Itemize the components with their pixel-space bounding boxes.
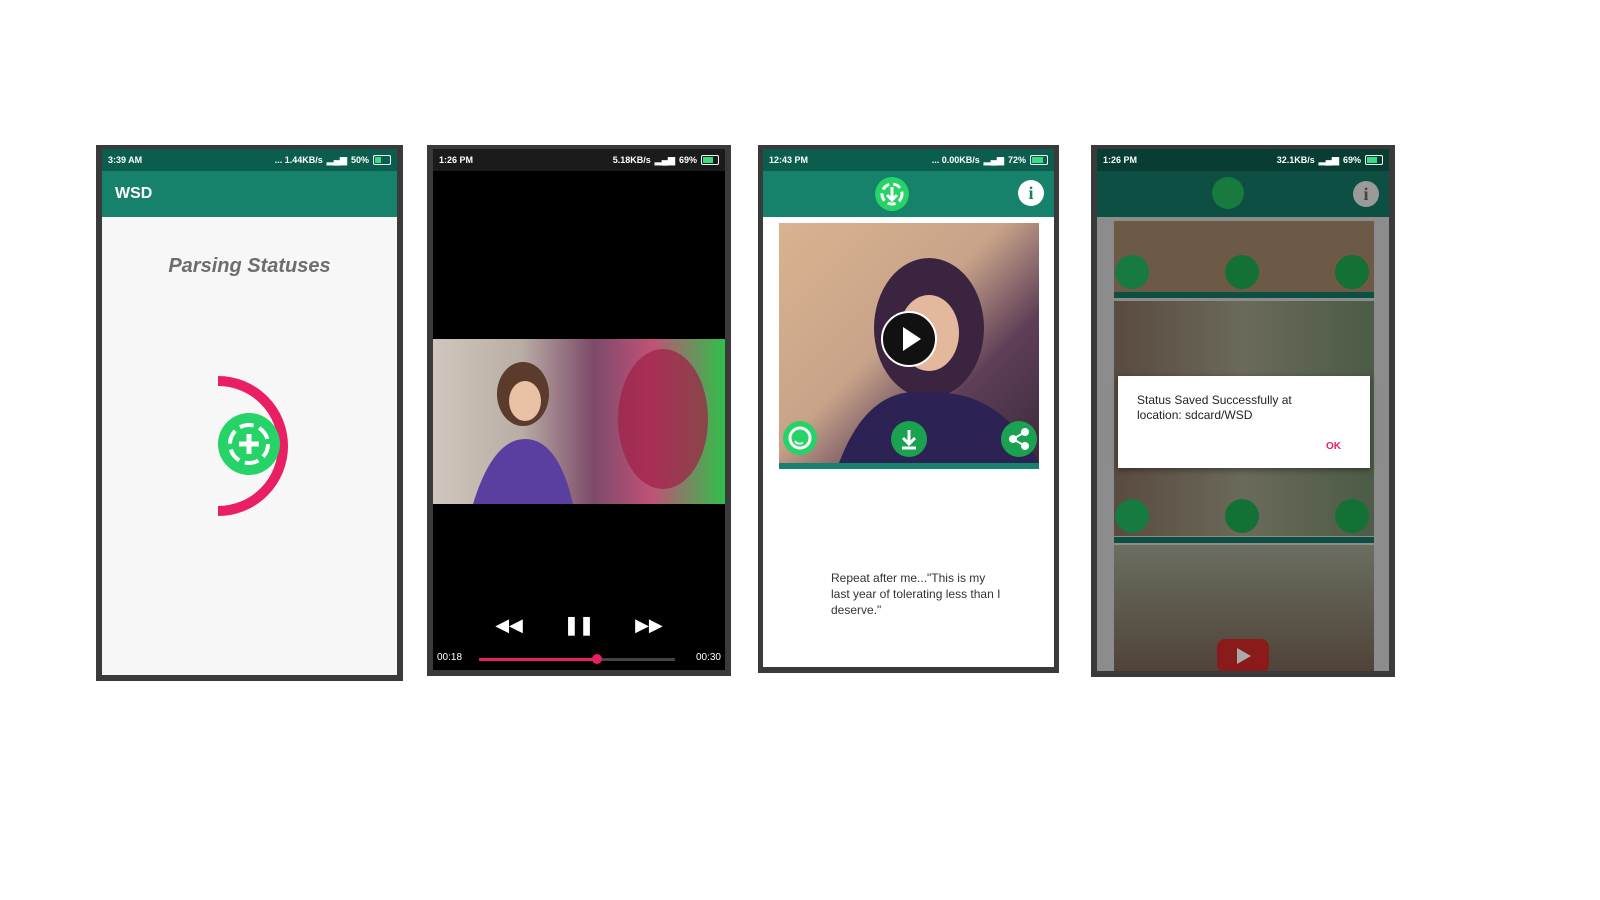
status-network-speed: ... 0.00KB/s xyxy=(931,155,980,165)
card-footer-bar xyxy=(1114,292,1374,298)
fast-forward-icon[interactable]: ▶▶ xyxy=(635,615,663,636)
info-icon[interactable]: i xyxy=(1018,180,1044,206)
status-time: 1:26 PM xyxy=(1103,155,1138,165)
seek-bar[interactable] xyxy=(479,654,675,664)
info-icon[interactable]: i xyxy=(1353,181,1379,207)
battery-icon xyxy=(701,155,719,165)
playback-controls: ◀◀ ❚❚ ▶▶ xyxy=(433,615,725,636)
app-bar: i xyxy=(763,171,1054,217)
youtube-icon xyxy=(1217,639,1269,671)
share-icon[interactable] xyxy=(1335,255,1369,289)
signal-icon: ▂▄▆ xyxy=(1318,154,1339,165)
app-bar: i xyxy=(1097,171,1389,217)
whatsapp-icon[interactable] xyxy=(1115,255,1149,289)
status-bar: 12:43 PM ... 0.00KB/s ▂▄▆ 72% xyxy=(763,149,1054,171)
status-battery: 72% xyxy=(1007,155,1026,165)
status-bar: 3:39 AM ... 1.44KB/s ▂▄▆ 50% xyxy=(102,149,397,171)
rewind-icon[interactable]: ◀◀ xyxy=(495,615,523,636)
status-network-speed: ... 1.44KB/s xyxy=(274,155,323,165)
status-battery: 69% xyxy=(678,155,697,165)
status-battery: 50% xyxy=(350,155,369,165)
signal-icon: ▂▄▆ xyxy=(983,154,1004,165)
status-bar: 1:26 PM 5.18KB/s ▂▄▆ 69% xyxy=(433,149,725,171)
share-icon[interactable] xyxy=(1001,421,1037,457)
card-footer-bar xyxy=(1114,537,1374,543)
status-time: 1:26 PM xyxy=(439,155,474,165)
signal-icon: ▂▄▆ xyxy=(654,154,675,165)
dialog-message: Status Saved Successfully at location: s… xyxy=(1137,393,1292,422)
page-heading: Parsing Statuses xyxy=(168,255,331,277)
share-icon[interactable] xyxy=(1335,499,1369,533)
saved-dialog: Status Saved Successfully at location: s… xyxy=(1118,376,1370,468)
battery-icon xyxy=(1365,155,1383,165)
phone-screenshot-status-list: 12:43 PM ... 0.00KB/s ▂▄▆ 72% i Repeat a… xyxy=(758,145,1059,673)
app-bar: WSD xyxy=(102,171,397,217)
total-duration: 00:30 xyxy=(695,652,721,663)
status-time: 12:43 PM xyxy=(769,155,809,165)
status-bar: 1:26 PM 32.1KB/s ▂▄▆ 69% xyxy=(1097,149,1389,171)
download-icon[interactable] xyxy=(1225,499,1259,533)
pause-icon[interactable]: ❚❚ xyxy=(564,615,594,636)
download-icon[interactable] xyxy=(891,421,927,457)
video-frame[interactable] xyxy=(433,339,725,504)
phone-screenshot-saved-dialog: 1:26 PM 32.1KB/s ▂▄▆ 69% i Status Saved … xyxy=(1091,145,1395,677)
phone-screenshot-splash: 3:39 AM ... 1.44KB/s ▂▄▆ 50% WSD Parsing… xyxy=(96,145,403,681)
whatsapp-icon[interactable] xyxy=(783,421,817,455)
download-logo-icon xyxy=(875,177,909,211)
seek-bar-progress xyxy=(479,658,597,661)
elapsed-time: 00:18 xyxy=(437,652,463,663)
video-thumbnail-person xyxy=(473,349,708,504)
status-quote-text: Repeat after me..."This is my last year … xyxy=(831,571,1001,617)
dialog-ok-button[interactable]: OK xyxy=(1326,441,1341,452)
download-icon[interactable] xyxy=(1225,255,1259,289)
status-battery: 69% xyxy=(1342,155,1361,165)
battery-icon xyxy=(1030,155,1048,165)
whatsapp-icon[interactable] xyxy=(1115,499,1149,533)
status-card-image[interactable] xyxy=(779,223,1039,463)
signal-icon: ▂▄▆ xyxy=(326,154,347,165)
status-time: 3:39 AM xyxy=(108,155,143,165)
download-logo-icon xyxy=(1212,177,1244,209)
seek-bar-thumb[interactable] xyxy=(591,654,602,664)
battery-icon xyxy=(373,155,391,165)
play-icon[interactable] xyxy=(881,311,937,367)
app-logo-icon xyxy=(218,413,280,475)
status-network-speed: 5.18KB/s xyxy=(612,155,651,165)
phone-screenshot-video-player: 1:26 PM 5.18KB/s ▂▄▆ 69% ◀◀ ❚❚ ▶▶ 00:18 … xyxy=(427,145,731,676)
card-footer-bar xyxy=(779,463,1039,469)
status-network-speed: 32.1KB/s xyxy=(1276,155,1315,165)
app-title: WSD xyxy=(115,185,153,202)
